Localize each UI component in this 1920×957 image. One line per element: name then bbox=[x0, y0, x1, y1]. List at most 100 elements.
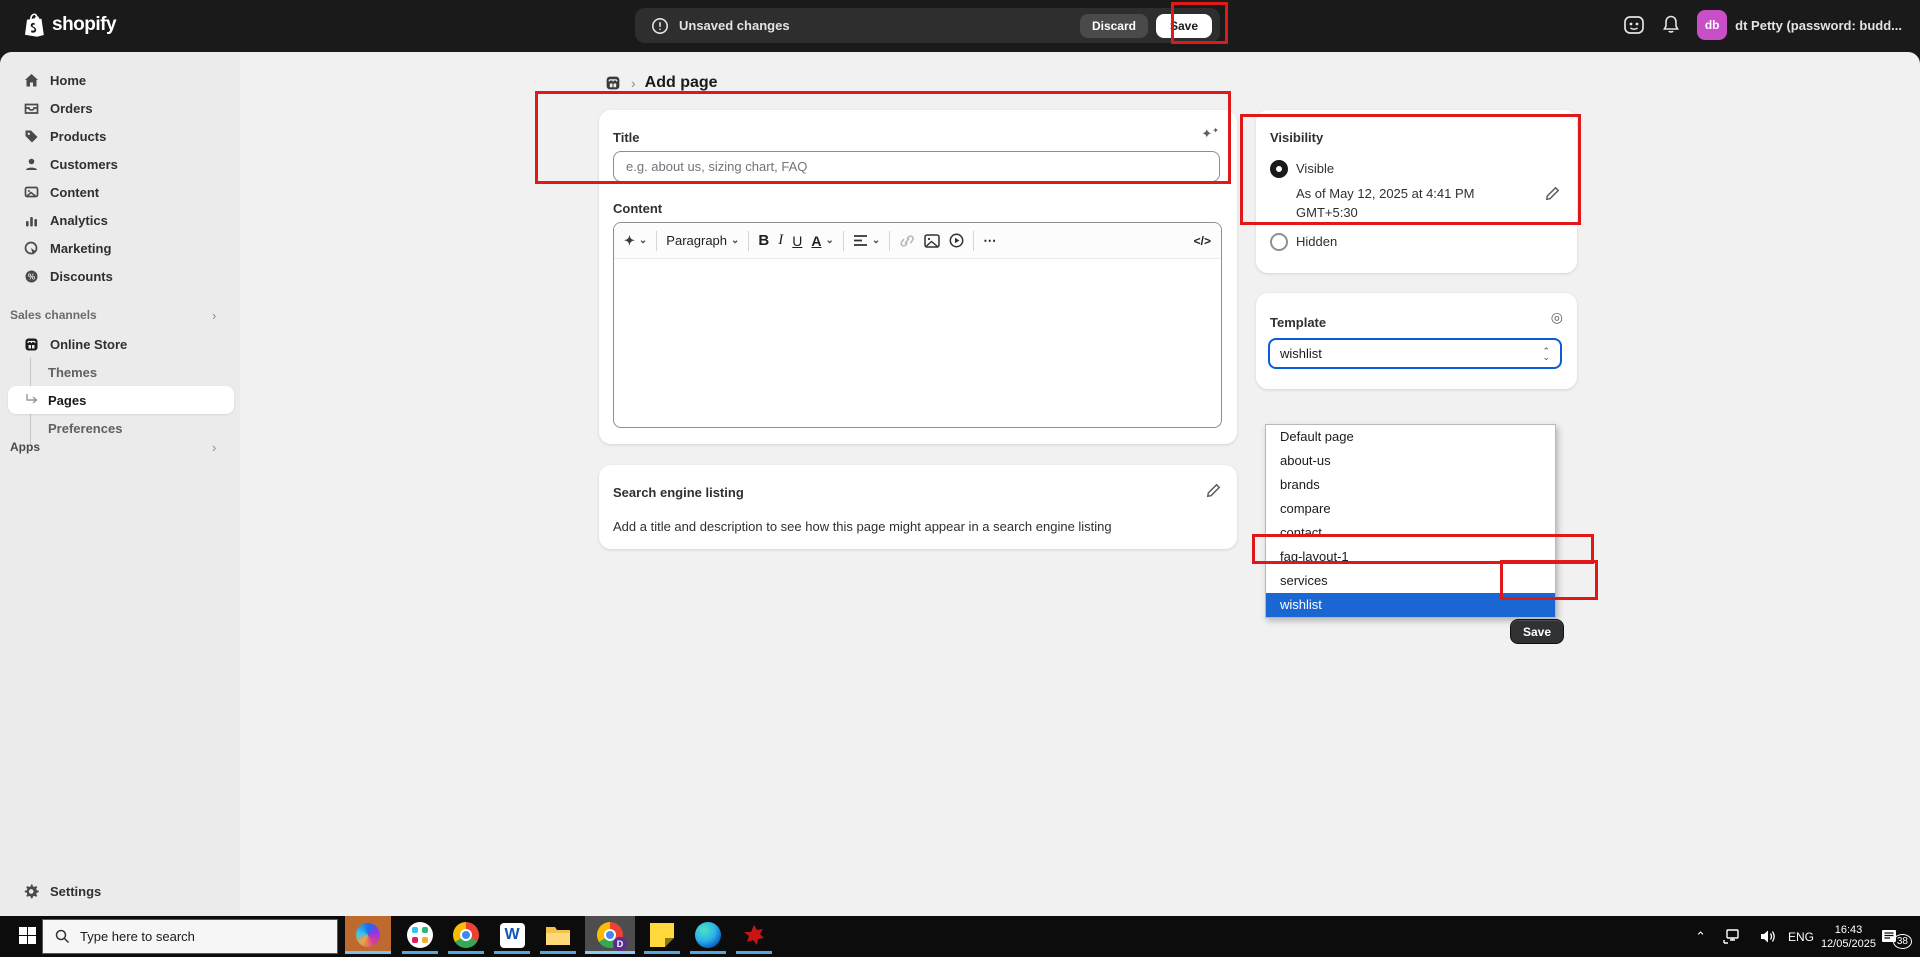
bold-button[interactable]: B bbox=[758, 232, 769, 249]
edge-icon bbox=[695, 922, 721, 948]
sidebar-item-customers[interactable]: Customers bbox=[8, 150, 234, 178]
sidebar-item-online-store[interactable]: Online Store bbox=[8, 330, 234, 358]
page-details-card: Title ✦✦ Content ✦ ⌄ Paragraph ⌄ B I U bbox=[599, 110, 1237, 444]
discard-button[interactable]: Discard bbox=[1080, 14, 1148, 38]
rich-text-editor[interactable]: ✦ ⌄ Paragraph ⌄ B I U A ⌄ bbox=[613, 222, 1222, 428]
title-input[interactable] bbox=[613, 151, 1220, 182]
template-option[interactable]: contact bbox=[1266, 521, 1555, 545]
tray-notifications[interactable]: 38 bbox=[1881, 916, 1912, 957]
tray-show-hidden-icons[interactable]: ⌃ bbox=[1695, 916, 1706, 957]
tray-network-icon[interactable] bbox=[1723, 916, 1742, 957]
underline-button[interactable]: U bbox=[792, 233, 802, 249]
visibility-title: Visibility bbox=[1270, 130, 1323, 145]
template-option[interactable]: brands bbox=[1266, 473, 1555, 497]
template-option-highlighted[interactable]: wishlist bbox=[1266, 593, 1555, 617]
editor-body[interactable] bbox=[614, 259, 1221, 428]
paragraph-style-dropdown[interactable]: Paragraph ⌄ bbox=[666, 233, 739, 248]
sidebar-item-preferences[interactable]: Preferences bbox=[48, 416, 122, 440]
link-icon[interactable] bbox=[899, 234, 915, 248]
account-menu[interactable]: db dt Petty (password: budd... bbox=[1697, 10, 1902, 40]
template-option[interactable]: compare bbox=[1266, 497, 1555, 521]
sidebar-item-pages[interactable]: Pages bbox=[8, 386, 234, 414]
visible-radio[interactable] bbox=[1270, 160, 1288, 178]
breadcrumb-separator-icon: › bbox=[631, 75, 636, 91]
taskbar-app-red[interactable] bbox=[731, 916, 777, 954]
tray-volume-icon[interactable] bbox=[1760, 916, 1778, 957]
sidebar-item-home[interactable]: Home bbox=[8, 66, 234, 94]
shopify-logo: shopify bbox=[22, 12, 116, 38]
sidebar-item-analytics[interactable]: Analytics bbox=[8, 206, 234, 234]
magic-sparkle-icon[interactable]: ✦✦ bbox=[1201, 126, 1219, 142]
top-bar: shopify Unsaved changes Discard Save db … bbox=[0, 0, 1920, 52]
sidebar-item-products[interactable]: Products bbox=[8, 122, 234, 150]
template-selected-value: wishlist bbox=[1280, 346, 1322, 361]
chevron-down-icon: ⌄ bbox=[872, 235, 880, 246]
template-select[interactable]: wishlist ⌃⌄ bbox=[1268, 338, 1562, 369]
sidebar-item-label: Marketing bbox=[50, 241, 111, 256]
file-explorer-icon bbox=[545, 924, 571, 946]
italic-button[interactable]: I bbox=[778, 232, 783, 249]
notifications-bell-icon[interactable] bbox=[1661, 14, 1681, 36]
taskbar-app-copilot[interactable] bbox=[345, 916, 391, 954]
taskbar-app-word[interactable]: W bbox=[489, 916, 535, 954]
tray-language[interactable]: ENG bbox=[1788, 916, 1814, 957]
text-color-button[interactable]: A ⌄ bbox=[811, 233, 834, 249]
sidekick-assistant-icon[interactable] bbox=[1623, 14, 1645, 36]
taskbar-search-box[interactable]: Type here to search bbox=[42, 919, 338, 954]
save-button-bottom[interactable]: Save bbox=[1510, 619, 1564, 644]
search-placeholder: Type here to search bbox=[80, 929, 195, 944]
word-icon: W bbox=[500, 923, 525, 948]
taskbar-app-sticky-notes[interactable] bbox=[639, 916, 685, 954]
seo-title: Search engine listing bbox=[613, 485, 744, 500]
sidebar-item-label: Pages bbox=[48, 393, 86, 408]
sidebar-item-settings[interactable]: Settings bbox=[8, 877, 234, 905]
taskbar-app-chrome-profile[interactable]: D bbox=[585, 916, 635, 954]
sidebar-item-orders[interactable]: Orders bbox=[8, 94, 234, 122]
chevron-down-icon: ⌄ bbox=[731, 235, 739, 246]
sidebar-item-label: Online Store bbox=[50, 337, 127, 352]
tray-clock[interactable]: 16:43 12/05/2025 bbox=[1821, 916, 1876, 957]
view-template-eye-icon[interactable]: ◎ bbox=[1551, 309, 1563, 326]
edit-pencil-icon[interactable] bbox=[1206, 483, 1221, 498]
taskbar-app-slack[interactable] bbox=[397, 916, 443, 954]
gear-icon bbox=[22, 882, 40, 900]
template-option[interactable]: services bbox=[1266, 569, 1555, 593]
edit-pencil-icon[interactable] bbox=[1545, 186, 1560, 201]
sales-channels-chevron-icon[interactable]: › bbox=[212, 308, 216, 323]
online-store-breadcrumb-icon[interactable] bbox=[604, 74, 622, 92]
unsaved-changes-banner: Unsaved changes Discard Save bbox=[635, 8, 1220, 43]
magic-menu-button[interactable]: ✦ ⌄ bbox=[624, 233, 647, 249]
sidebar-item-themes[interactable]: Themes bbox=[48, 360, 97, 384]
copilot-icon bbox=[356, 923, 380, 947]
align-left-icon bbox=[853, 234, 868, 247]
sidebar-item-content[interactable]: Content bbox=[8, 178, 234, 206]
show-html-button[interactable]: </> bbox=[1194, 234, 1211, 248]
alert-icon bbox=[651, 17, 669, 35]
template-option[interactable]: about-us bbox=[1266, 449, 1555, 473]
save-button-top[interactable]: Save bbox=[1156, 14, 1212, 38]
hidden-radio[interactable] bbox=[1270, 233, 1288, 251]
sparkle-icon: ✦ bbox=[624, 233, 635, 249]
taskbar-app-file-explorer[interactable] bbox=[535, 916, 581, 954]
sidebar-item-label: Home bbox=[50, 73, 86, 88]
insert-image-icon[interactable] bbox=[924, 234, 940, 248]
taskbar-app-chrome[interactable] bbox=[443, 916, 489, 954]
sidebar-item-marketing[interactable]: Marketing bbox=[8, 234, 234, 262]
person-icon bbox=[22, 155, 40, 173]
apps-header[interactable]: Apps bbox=[10, 440, 40, 454]
alignment-button[interactable]: ⌄ bbox=[853, 234, 880, 247]
sidebar-item-discounts[interactable]: % Discounts bbox=[8, 262, 234, 290]
taskbar-app-edge[interactable] bbox=[685, 916, 731, 954]
chrome-profile-icon: D bbox=[597, 922, 623, 948]
template-card: Template ◎ wishlist ⌃⌄ bbox=[1256, 293, 1577, 389]
seo-card: Search engine listing Add a title and de… bbox=[599, 465, 1237, 549]
search-icon bbox=[55, 929, 70, 944]
template-option[interactable]: faq-layout-1 bbox=[1266, 545, 1555, 569]
template-option[interactable]: Default page bbox=[1266, 425, 1555, 449]
apps-chevron-icon[interactable]: › bbox=[212, 440, 216, 455]
sidebar-item-label: Orders bbox=[50, 101, 93, 116]
insert-video-icon[interactable] bbox=[949, 233, 964, 248]
tray-time: 16:43 bbox=[1821, 923, 1876, 937]
hidden-label: Hidden bbox=[1296, 234, 1337, 249]
more-options-button[interactable]: ⋯ bbox=[983, 233, 997, 249]
